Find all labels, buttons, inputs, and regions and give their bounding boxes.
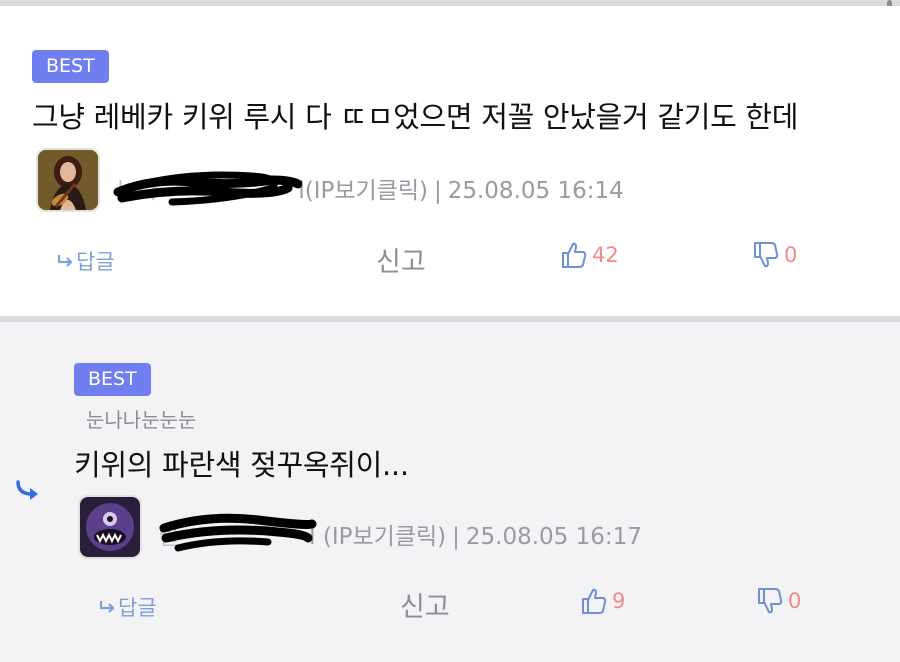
redaction-scribble: [159, 513, 317, 552]
reply-button[interactable]: 답글: [56, 246, 115, 276]
dislike-count: 0: [788, 589, 802, 613]
comment-item: BEST 그냥 레베카 키위 루시 다 ㄸㅁ었으면 저꼴 안났을거 같기도 한데…: [0, 6, 900, 316]
thumbs-up-icon: [582, 588, 607, 614]
avatar-image: [80, 497, 140, 557]
best-badge: BEST: [74, 363, 151, 396]
best-badge: BEST: [32, 50, 109, 83]
reply-button[interactable]: 답글: [98, 592, 157, 622]
reply-arrow-icon: [99, 601, 115, 613]
timestamp: 25.08.05 16:17: [465, 524, 642, 550]
thumbs-down-icon: [754, 242, 779, 268]
avatar-image: [38, 150, 98, 210]
like-button[interactable]: 9: [580, 586, 625, 616]
thumbs-down-icon: [758, 588, 783, 614]
reply-label: 답글: [118, 596, 157, 620]
report-label: 신고: [400, 592, 450, 623]
avatar[interactable]: [78, 495, 142, 559]
ip-view-link[interactable]: l (IP보기클릭): [309, 524, 446, 550]
reply-label: 답글: [76, 250, 115, 274]
dislike-button[interactable]: 0: [756, 586, 801, 616]
reply-arrow-icon: [57, 255, 73, 267]
meta-separator: |: [452, 524, 460, 550]
nested-reply-arrow-icon: [16, 480, 38, 500]
dislike-button[interactable]: 0: [752, 240, 797, 270]
redaction-scribble: [113, 171, 302, 206]
avatar[interactable]: [36, 148, 100, 212]
thumbs-up-icon: [562, 242, 587, 268]
like-count: 9: [612, 589, 626, 613]
timestamp: 25.08.05 16:14: [447, 178, 624, 204]
report-button[interactable]: 신고: [376, 240, 426, 279]
reply-target-nickname[interactable]: 눈나나눈눈눈: [86, 404, 196, 433]
comment-text: 그냥 레베카 키위 루시 다 ㄸㅁ었으면 저꼴 안났을거 같기도 한데: [32, 100, 799, 134]
report-label: 신고: [376, 247, 426, 278]
ip-view-link[interactable]: l(IP보기클릭): [298, 178, 428, 204]
like-count: 42: [592, 243, 619, 267]
report-button[interactable]: 신고: [400, 585, 450, 624]
like-button[interactable]: 42: [560, 240, 619, 270]
comment-text: 키위의 파란색 젖꾸옥쥐이...: [74, 448, 409, 482]
comment-item-reply: BEST 눈나나눈눈눈 키위의 파란색 젖꾸옥쥐이... 밀l (IP보기클릭)…: [0, 322, 900, 662]
meta-separator: |: [433, 178, 442, 204]
dislike-count: 0: [784, 243, 798, 267]
